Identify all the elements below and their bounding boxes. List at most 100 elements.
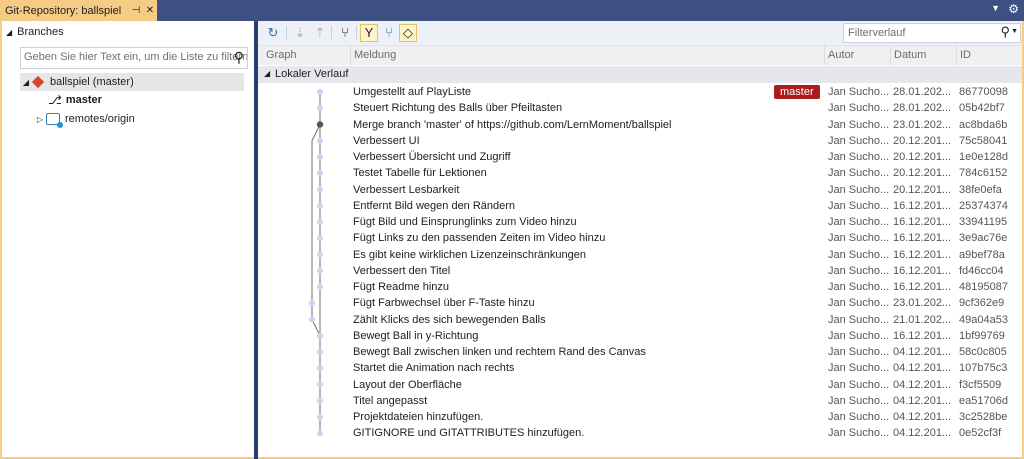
- close-icon[interactable]: ✕: [143, 5, 157, 16]
- commit-id: 75c58041: [959, 134, 1008, 147]
- commit-row[interactable]: Zählt Klicks des sich bewegenden Balls Ja…: [258, 312, 1022, 328]
- commit-row[interactable]: Bewegt Ball in y-Richtung Jan Sucho... 16.…: [258, 328, 1022, 344]
- commit-row[interactable]: GITIGNORE und GITATTRIBUTES hinzufügen. J…: [258, 425, 1022, 441]
- commit-row[interactable]: Testet Tabelle für Lektionen Jan Sucho...…: [258, 165, 1022, 181]
- commit-id: 9cf362e9: [959, 297, 1005, 310]
- expand-icon[interactable]: ▷: [34, 115, 46, 124]
- commit-row[interactable]: Verbessert Lesbarkeit Jan Sucho... 20.12.2…: [258, 182, 1022, 198]
- column-id[interactable]: ID: [960, 49, 971, 61]
- column-author[interactable]: Autor: [828, 49, 854, 61]
- commit-author: Jan Sucho...: [828, 394, 890, 407]
- dropdown-icon[interactable]: ▼: [991, 3, 1000, 13]
- column-divider[interactable]: [890, 46, 891, 65]
- collapse-icon[interactable]: ◢: [6, 28, 12, 37]
- branch-search-input[interactable]: Geben Sie hier Text ein, um die Liste zu…: [20, 47, 248, 69]
- show-tags-icon[interactable]: ◇: [399, 24, 417, 42]
- chevron-down-icon[interactable]: ▼: [1011, 28, 1018, 35]
- commit-row[interactable]: Bewegt Ball zwischen linken und rechtem …: [258, 344, 1022, 360]
- commit-author: Jan Sucho...: [828, 134, 890, 147]
- column-divider[interactable]: [824, 46, 825, 65]
- group-local-history[interactable]: ◢ Lokaler Verlauf: [258, 66, 1022, 83]
- commit-row[interactable]: Umgestellt auf PlayListe master Jan Sucho.…: [258, 84, 1022, 100]
- pin-icon[interactable]: ⊣: [129, 5, 143, 16]
- commit-row[interactable]: Fügt Farbwechsel über F-Taste hinzu Jan S…: [258, 295, 1022, 311]
- commit-message: Fügt Bild und Einsprunglinks zum Video h…: [353, 216, 577, 228]
- commit-date: 04.12.201...: [893, 346, 952, 358]
- commit-message: Fügt Farbwechsel über F-Taste hinzu: [353, 297, 535, 310]
- commit-row[interactable]: Steuert Richtung des Balls über Pfeiltas…: [258, 100, 1022, 116]
- commit-row[interactable]: Startet die Animation nach rechts Jan Suc…: [258, 360, 1022, 376]
- commit-date: 20.12.201...: [893, 183, 952, 196]
- commit-author: Jan Sucho...: [828, 167, 890, 180]
- commit-row[interactable]: Layout der Oberfläche Jan Sucho... 04.12.2…: [258, 377, 1022, 393]
- commit-row[interactable]: Verbessert den Titel Jan Sucho... 16.12.20…: [258, 263, 1022, 279]
- commit-author: Jan Sucho...: [828, 118, 890, 131]
- column-graph[interactable]: Graph: [266, 49, 297, 61]
- pull-icon[interactable]: ⇣: [291, 24, 309, 42]
- branches-header[interactable]: ◢ Branches: [2, 21, 254, 43]
- branch-tag-master[interactable]: master: [774, 85, 820, 99]
- tree-item-master[interactable]: ⎇ master: [48, 91, 102, 109]
- commit-row[interactable]: Fügt Readme hinzu Jan Sucho... 16.12.201..…: [258, 279, 1022, 295]
- commit-id: 86770098: [959, 86, 1008, 98]
- push-icon[interactable]: ⇡: [311, 24, 329, 42]
- gear-icon[interactable]: ⚙: [1008, 2, 1019, 16]
- refresh-icon[interactable]: ↻: [264, 24, 282, 42]
- commit-row[interactable]: Fügt Links zu den passenden Zeiten im Vi…: [258, 230, 1022, 246]
- commit-message: Verbessert den Titel: [353, 264, 451, 277]
- commit-message: Titel angepasst: [353, 394, 428, 407]
- commit-date: 20.12.201...: [893, 134, 952, 147]
- commit-date: 04.12.201...: [893, 362, 952, 375]
- expand-icon[interactable]: ◢: [20, 78, 32, 87]
- commit-id: a9bef78a: [959, 248, 1005, 261]
- history-toolbar: ↻ ⇣ ⇡ ⑂ Y ⑂ ◇ Filterverlauf ⚲ ▼: [258, 21, 1022, 46]
- commit-message: Fügt Links zu den passenden Zeiten im Vi…: [353, 232, 606, 245]
- commit-message: Es gibt keine wirklichen Lizenzeinschrän…: [353, 248, 586, 261]
- collapse-icon[interactable]: ◢: [264, 69, 270, 78]
- commit-id: 0e52cf3f: [959, 427, 1002, 440]
- tree-item-remotes[interactable]: ▷ remotes/origin: [34, 110, 135, 128]
- search-icon[interactable]: ⚲: [234, 49, 244, 66]
- tree-item-repository[interactable]: ◢ ballspiel (master): [20, 73, 244, 91]
- commit-author: Jan Sucho...: [828, 216, 890, 228]
- branch-icon: ⎇: [48, 93, 62, 107]
- column-date[interactable]: Datum: [894, 49, 926, 61]
- show-remote-icon[interactable]: ⑂: [380, 24, 398, 42]
- commit-row[interactable]: Merge branch 'master' of https://github.…: [258, 117, 1022, 133]
- toolbar-separator: [286, 26, 287, 40]
- title-bar: Git-Repository: ballspiel ⊣ ✕ ▼ ⚙: [0, 0, 1024, 21]
- document-tab[interactable]: Git-Repository: ballspiel ⊣ ✕: [0, 0, 157, 21]
- commit-message: GITIGNORE und GITATTRIBUTES hinzufügen.: [353, 427, 585, 440]
- commit-row[interactable]: Fügt Bild und Einsprunglinks zum Video h…: [258, 214, 1022, 230]
- filter-history-input[interactable]: Filterverlauf ⚲ ▼: [843, 23, 1021, 43]
- toolbar-separator: [331, 26, 332, 40]
- commit-id: 38fe0efa: [959, 183, 1002, 196]
- compare-icon[interactable]: ⑂: [336, 24, 354, 42]
- commit-id: 25374374: [959, 199, 1008, 212]
- column-divider[interactable]: [350, 46, 351, 65]
- search-icon[interactable]: ⚲: [1000, 24, 1010, 40]
- commit-id: 1bf99769: [959, 329, 1005, 342]
- column-message[interactable]: Meldung: [354, 49, 396, 61]
- commit-date: 23.01.202...: [893, 118, 952, 131]
- commit-date: 04.12.201...: [893, 427, 952, 440]
- commit-id: 58c0c805: [959, 346, 1007, 358]
- commit-row[interactable]: Es gibt keine wirklichen Lizenzeinschrän…: [258, 247, 1022, 263]
- toolbar-separator: [356, 26, 357, 40]
- commit-row[interactable]: Projektdateien hinzufügen. Jan Sucho... 04…: [258, 409, 1022, 425]
- commit-author: Jan Sucho...: [828, 313, 890, 326]
- commit-row[interactable]: Entfernt Bild wegen den Rändern Jan Sucho…: [258, 198, 1022, 214]
- commit-date: 23.01.202...: [893, 297, 952, 310]
- commit-author: Jan Sucho...: [828, 248, 890, 261]
- commit-author: Jan Sucho...: [828, 346, 890, 358]
- commit-row[interactable]: Verbessert Übersicht und Zugriff Jan Such…: [258, 149, 1022, 165]
- commit-author: Jan Sucho...: [828, 86, 890, 98]
- commit-row[interactable]: Titel angepasst Jan Sucho... 04.12.201... e…: [258, 393, 1022, 409]
- commit-id: 48195087: [959, 281, 1008, 293]
- commit-row[interactable]: Verbessert UI Jan Sucho... 20.12.201... 75c…: [258, 133, 1022, 149]
- commit-id: 1e0e128d: [959, 151, 1008, 163]
- filter-branches-icon[interactable]: Y: [360, 24, 378, 42]
- repository-icon: [31, 75, 45, 89]
- commit-author: Jan Sucho...: [828, 427, 890, 440]
- column-divider[interactable]: [956, 46, 957, 65]
